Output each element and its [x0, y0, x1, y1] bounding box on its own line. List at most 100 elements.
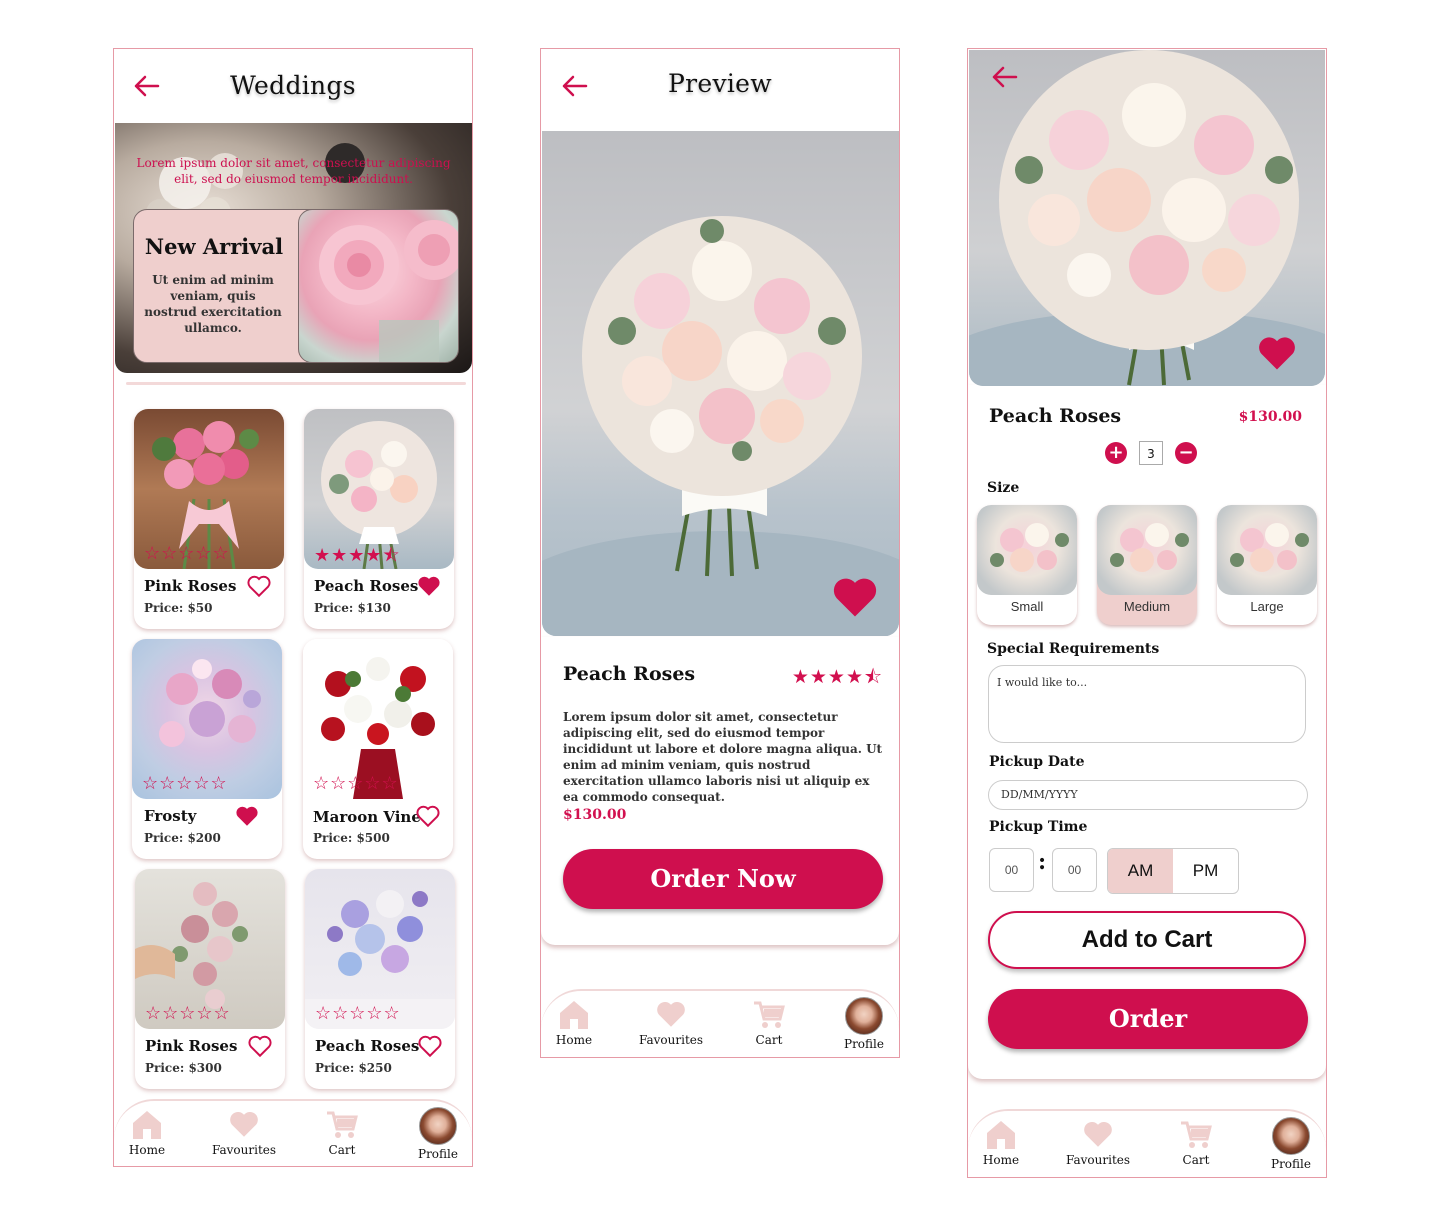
heart-filled-icon[interactable] — [1255, 331, 1299, 375]
nav-profile[interactable]: Profile — [829, 997, 899, 1051]
nav-favourites-label: Favourites — [211, 1143, 277, 1157]
special-requirements-input[interactable]: I would like to... — [988, 665, 1306, 743]
nav-cart-label: Cart — [1182, 1153, 1210, 1167]
bottom-nav: Home Favourites Cart Profile — [968, 1109, 1326, 1177]
avatar — [419, 1107, 457, 1145]
home-icon — [133, 1111, 161, 1139]
heart-icon — [657, 1001, 685, 1027]
product-description: Lorem ipsum dolor sit amet, consectetur … — [563, 710, 883, 804]
home-icon — [987, 1121, 1015, 1149]
nav-favourites-label: Favourites — [638, 1033, 704, 1047]
pickup-date-input[interactable]: DD/MM/YYYY — [988, 780, 1308, 810]
product-name: Frosty — [144, 807, 197, 825]
hour-input[interactable]: 00 — [989, 848, 1034, 892]
nav-profile[interactable]: Profile — [403, 1107, 472, 1161]
product-name: Peach Roses — [314, 577, 419, 595]
nav-cart[interactable]: Cart — [307, 1107, 377, 1157]
nav-cart[interactable]: Cart — [734, 997, 804, 1047]
nav-favourites[interactable]: Favourites — [1063, 1117, 1133, 1167]
rating-stars: ☆☆☆☆☆ — [315, 1003, 401, 1024]
nav-home-label: Home — [982, 1153, 1020, 1167]
product-name: Pink Roses — [144, 577, 237, 595]
promo-banner[interactable]: Lorem ipsum dolor sit amet, consectetur … — [115, 123, 472, 373]
order-now-button[interactable]: Order Now — [563, 849, 883, 909]
page-title: Weddings — [230, 71, 356, 100]
product-hero-image — [969, 50, 1325, 386]
heart-filled-icon[interactable] — [234, 803, 260, 829]
size-option-label: Large — [1250, 599, 1284, 614]
new-arrival-image[interactable] — [298, 209, 459, 363]
nav-favourites[interactable]: Favourites — [636, 997, 706, 1047]
new-arrival-body: Ut enim ad minim veniam, quis nostrud ex… — [144, 273, 282, 335]
nav-profile[interactable]: Profile — [1256, 1117, 1326, 1171]
product-price: Price: $130 — [314, 601, 391, 615]
nav-cart[interactable]: Cart — [1161, 1117, 1231, 1167]
order-button[interactable]: Order — [988, 989, 1308, 1049]
home-icon — [560, 1001, 588, 1029]
banner-text: Lorem ipsum dolor sit amet, consectetur … — [136, 156, 451, 186]
nav-profile-label: Profile — [1271, 1157, 1311, 1171]
size-option-small[interactable]: Small — [977, 505, 1077, 625]
product-name: Peach Roses — [315, 1037, 420, 1055]
avatar — [1272, 1117, 1310, 1155]
product-card[interactable]: ★★★★⯪ Peach Roses Price: $130 — [304, 409, 454, 629]
preview-screen: Preview Peach Roses ★★★★⯪ Lorem ipsum do… — [540, 48, 900, 1058]
nav-profile-label: Profile — [418, 1147, 458, 1161]
nav-home-label: Home — [128, 1143, 166, 1157]
nav-cart-label: Cart — [755, 1033, 783, 1047]
nav-home[interactable]: Home — [541, 997, 609, 1047]
product-price: $130.00 — [1238, 409, 1302, 425]
pickup-time-label: Pickup Time — [989, 819, 1088, 835]
product-name: Peach Roses — [563, 663, 696, 685]
am-option[interactable]: AM — [1108, 849, 1173, 893]
increase-quantity-button[interactable]: + — [1105, 442, 1127, 464]
bottom-nav: Home Favourites Cart Profile — [541, 989, 899, 1057]
size-image — [977, 505, 1077, 595]
add-to-cart-button[interactable]: Add to Cart — [988, 911, 1306, 969]
heart-outline-icon[interactable] — [246, 573, 272, 599]
new-arrival-title: New Arrival — [144, 234, 284, 259]
product-hero-image — [542, 131, 899, 636]
decrease-quantity-button[interactable]: − — [1175, 442, 1197, 464]
product-name: Pink Roses — [145, 1037, 238, 1055]
product-card[interactable]: ☆☆☆☆☆ Pink Roses Price: $300 — [135, 869, 285, 1089]
product-name: Peach Roses — [989, 405, 1122, 427]
weddings-screen: Weddings Lorem ipsum dolor sit amet, con… — [113, 48, 473, 1167]
size-option-medium[interactable]: Medium — [1097, 505, 1197, 625]
cart-icon — [327, 1111, 358, 1138]
product-name: Maroon Vine — [313, 808, 421, 826]
quantity-value[interactable]: 3 — [1139, 441, 1163, 465]
product-card[interactable]: ☆☆☆☆☆ Maroon Vine Price: $500 — [303, 639, 453, 859]
size-option-label: Medium — [1123, 599, 1171, 614]
rating-stars: ☆☆☆☆☆ — [313, 773, 399, 794]
heart-outline-icon[interactable] — [247, 1033, 273, 1059]
nav-profile-label: Profile — [844, 1037, 884, 1051]
heart-filled-icon[interactable] — [416, 573, 442, 599]
cart-icon — [754, 1001, 785, 1028]
nav-home[interactable]: Home — [114, 1107, 182, 1157]
size-label: Size — [987, 480, 1020, 496]
nav-favourites[interactable]: Favourites — [209, 1107, 279, 1157]
nav-cart-label: Cart — [328, 1143, 356, 1157]
pm-option[interactable]: PM — [1173, 849, 1238, 893]
product-card[interactable]: ☆☆☆☆☆ Pink Roses Price: $50 — [134, 409, 284, 629]
heart-filled-icon[interactable] — [828, 571, 882, 623]
heart-outline-icon[interactable] — [417, 1033, 443, 1059]
minute-input[interactable]: 00 — [1052, 848, 1097, 892]
section-divider — [126, 382, 466, 385]
pickup-date-label: Pickup Date — [989, 754, 1085, 770]
product-card[interactable]: ☆☆☆☆☆ Peach Roses Price: $250 — [305, 869, 455, 1089]
size-option-large[interactable]: Large — [1217, 505, 1317, 625]
product-card[interactable]: ☆☆☆☆☆ Frosty Price: $200 — [132, 639, 282, 859]
rating-stars: ☆☆☆☆☆ — [145, 1003, 231, 1024]
product-price: $130.00 — [563, 807, 627, 823]
back-arrow-icon[interactable] — [989, 62, 1019, 92]
quantity-stepper: + 3 − — [1105, 441, 1197, 465]
heart-icon — [1084, 1121, 1112, 1147]
heart-outline-icon[interactable] — [415, 803, 441, 829]
cart-icon — [1181, 1121, 1212, 1148]
product-price: Price: $50 — [144, 601, 213, 615]
nav-favourites-label: Favourites — [1065, 1153, 1131, 1167]
nav-home[interactable]: Home — [968, 1117, 1036, 1167]
time-separator: : — [1038, 849, 1047, 875]
